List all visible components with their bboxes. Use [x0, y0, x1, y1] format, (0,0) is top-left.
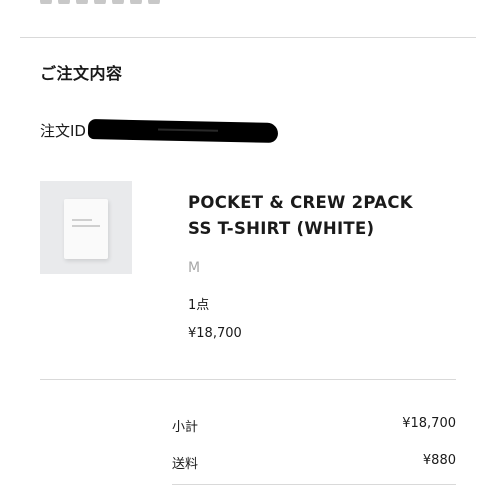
cut-off-glyph: [58, 0, 70, 4]
product-name-line-1: POCKET & CREW 2PACK: [188, 193, 413, 212]
cut-off-glyph: [76, 0, 88, 4]
order-id-label: 注文ID: [40, 122, 86, 140]
subtotal-label: 小計: [172, 420, 199, 435]
pack-label-line: [72, 219, 92, 221]
tshirt-pack-image: [64, 199, 108, 259]
order-id-redaction: [87, 118, 279, 143]
summary-divider: [40, 379, 456, 380]
cut-off-glyph: [94, 0, 106, 4]
cut-off-glyph: [112, 0, 124, 4]
cut-off-glyph: [40, 0, 52, 4]
shipping-label: 送料: [172, 457, 199, 472]
product-image[interactable]: [40, 181, 132, 274]
product-quantity: 1点: [188, 298, 210, 313]
top-divider: [20, 37, 476, 38]
order-details-page: ご注文内容 注文ID POCKET & CREW 2PACK SS T-SHIR…: [0, 0, 496, 496]
order-id-row: 注文ID: [40, 118, 279, 143]
order-details-title: ご注文内容: [40, 64, 123, 83]
cut-off-glyph: [148, 0, 160, 4]
product-name[interactable]: POCKET & CREW 2PACK SS T-SHIRT (WHITE): [188, 190, 448, 242]
shipping-value: ¥880: [422, 453, 456, 468]
product-size: M: [188, 260, 201, 276]
pack-label-line: [72, 225, 100, 227]
subtotal-value: ¥18,700: [402, 416, 456, 431]
cut-off-header-text: [40, 0, 166, 4]
product-price: ¥18,700: [188, 326, 242, 341]
product-name-line-2: SS T-SHIRT (WHITE): [188, 219, 375, 238]
cut-off-glyph: [130, 0, 142, 4]
shipping-divider: [172, 484, 456, 485]
